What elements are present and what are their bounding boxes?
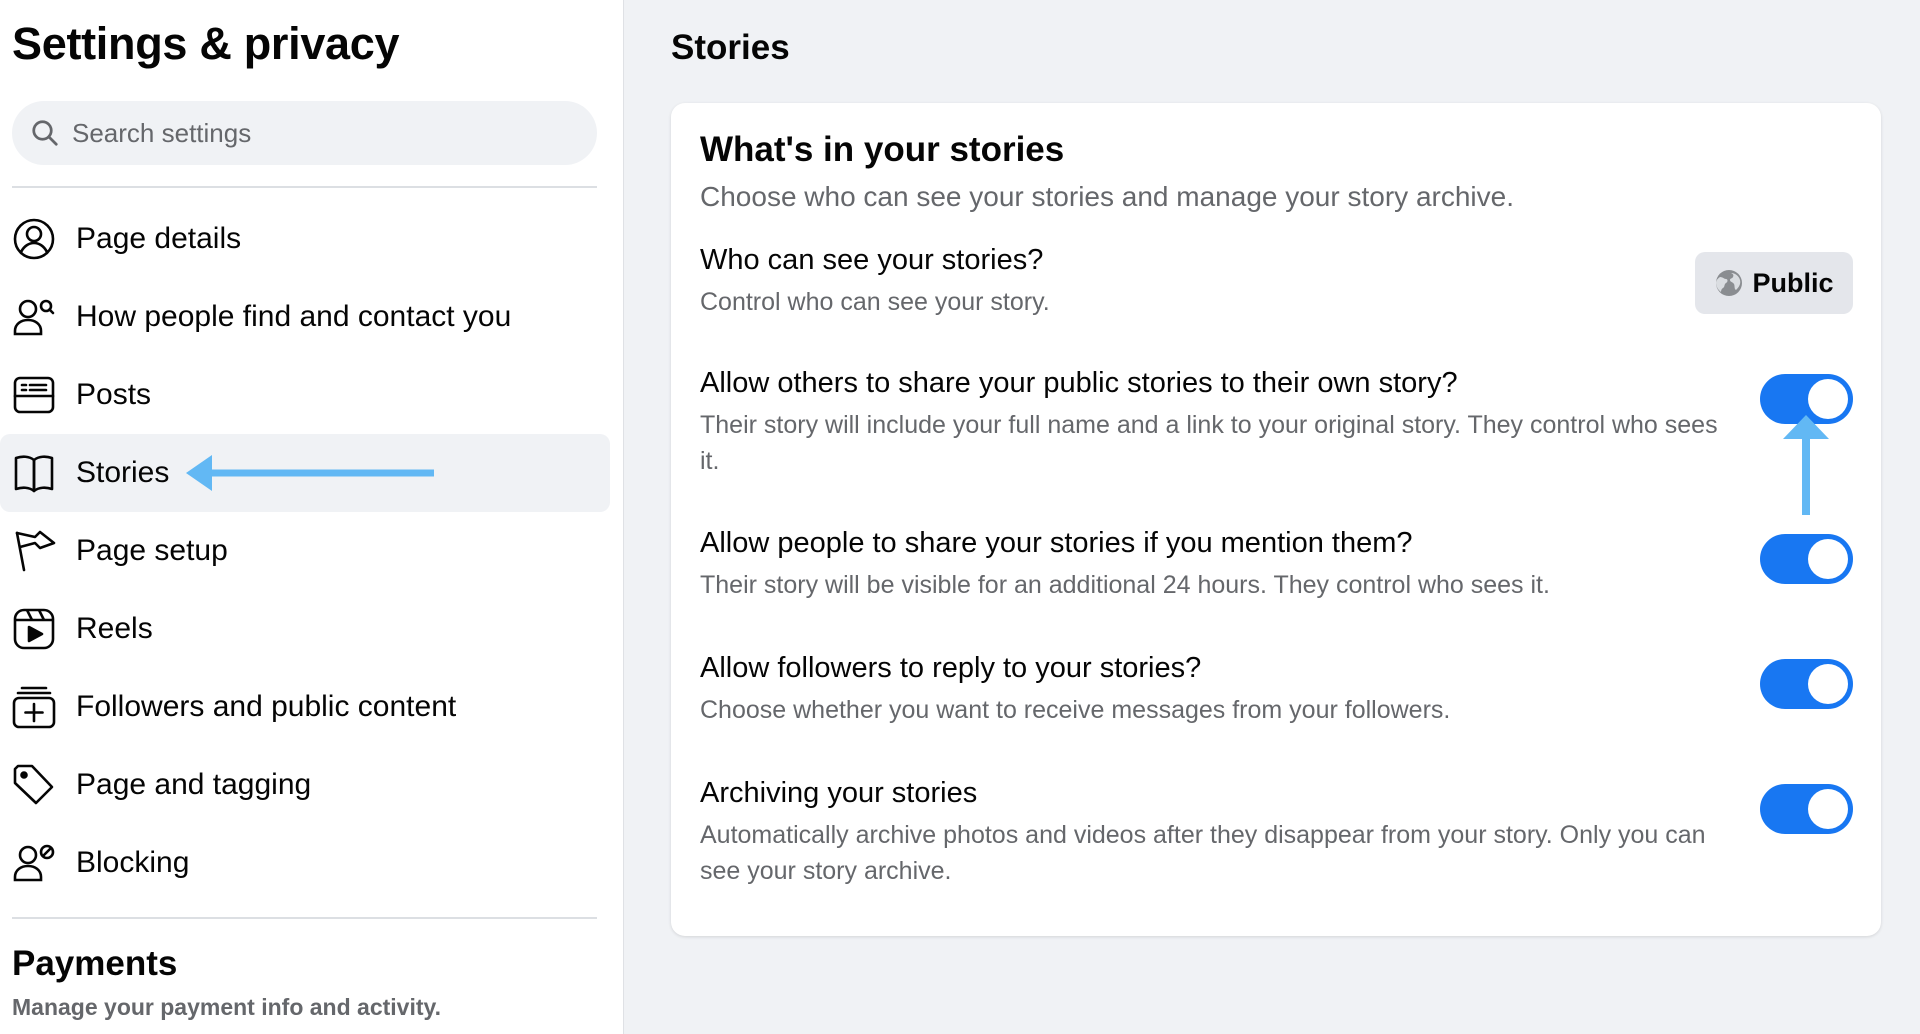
flag-icon xyxy=(11,528,57,574)
search-placeholder: Search settings xyxy=(72,117,252,148)
sidebar-item-posts[interactable]: Posts xyxy=(0,356,610,434)
payments-subtitle: Manage your payment info and activity. xyxy=(12,994,441,1020)
sidebar-item-label: Followers and public content xyxy=(76,690,457,723)
toggle-archiving[interactable] xyxy=(1760,784,1853,834)
sidebar-item-find-contact[interactable]: How people find and contact you xyxy=(0,278,610,356)
toggle-knob xyxy=(1808,789,1848,829)
annotation-arrow-up xyxy=(1783,415,1829,515)
search-icon xyxy=(32,120,58,146)
audience-button-label: Public xyxy=(1752,267,1834,298)
sidebar-item-label: Stories xyxy=(76,456,170,489)
sidebar-item-stories[interactable]: Stories xyxy=(0,434,610,512)
setting-description: Control who can see your story. xyxy=(700,288,1050,316)
sidebar-item-label: Page setup xyxy=(76,534,228,567)
book-icon xyxy=(11,450,57,496)
posts-icon xyxy=(11,372,57,418)
audience-public-button[interactable]: Public xyxy=(1695,252,1853,314)
sidebar-divider xyxy=(12,917,597,919)
setting-description: Automatically archive photos and videos … xyxy=(700,821,1706,885)
setting-title: Allow people to share your stories if yo… xyxy=(700,527,1413,559)
setting-share-public-stories: Allow others to share your public storie… xyxy=(700,364,1730,479)
sidebar-divider xyxy=(12,186,597,188)
sidebar-item-page-setup[interactable]: Page setup xyxy=(0,512,610,590)
reels-icon xyxy=(11,606,57,652)
search-input[interactable]: Search settings xyxy=(12,101,597,165)
annotation-arrow-left xyxy=(186,455,434,491)
user-search-icon xyxy=(11,294,57,340)
setting-description: Their story will be visible for an addit… xyxy=(700,571,1550,599)
payments-title[interactable]: Payments xyxy=(12,944,177,984)
sidebar-item-tagging[interactable]: Page and tagging xyxy=(0,746,610,824)
setting-followers-reply: Allow followers to reply to your stories… xyxy=(700,649,1730,728)
sidebar-item-followers[interactable]: Followers and public content xyxy=(0,668,610,746)
sidebar-item-label: Blocking xyxy=(76,846,190,879)
setting-title: Allow others to share your public storie… xyxy=(700,367,1458,399)
setting-description: Choose whether you want to receive messa… xyxy=(700,696,1451,724)
setting-title: Who can see your stories? xyxy=(700,244,1044,276)
settings-sidebar: Settings & privacy Search settings Page … xyxy=(0,0,624,1034)
globe-icon xyxy=(1716,270,1743,296)
sidebar-item-label: Posts xyxy=(76,378,152,411)
toggle-knob xyxy=(1808,664,1848,704)
toggle-knob xyxy=(1808,539,1848,579)
toggle-share-if-mentioned[interactable] xyxy=(1760,534,1853,584)
sidebar-item-label: How people find and contact you xyxy=(76,300,512,333)
setting-share-if-mentioned: Allow people to share your stories if yo… xyxy=(700,524,1730,603)
sidebar-title: Settings & privacy xyxy=(12,18,400,69)
sidebar-item-label: Reels xyxy=(76,612,153,645)
add-box-icon xyxy=(11,684,57,730)
setting-title: Archiving your stories xyxy=(700,777,978,809)
setting-archiving: Archiving your stories Automatically arc… xyxy=(700,774,1730,889)
stories-settings-card: What's in your stories Choose who can se… xyxy=(671,103,1881,936)
page-title: Stories xyxy=(671,28,790,67)
tag-icon xyxy=(11,762,57,808)
toggle-followers-reply[interactable] xyxy=(1760,659,1853,709)
sidebar-item-label: Page details xyxy=(76,222,242,255)
setting-audience: Who can see your stories? Control who ca… xyxy=(700,241,1730,320)
sidebar-item-label: Page and tagging xyxy=(76,768,312,801)
sidebar-nav: Page details How people find and contact… xyxy=(0,200,612,902)
card-subheading: Choose who can see your stories and mana… xyxy=(700,181,1514,212)
toggle-knob xyxy=(1808,379,1848,419)
user-block-icon xyxy=(11,840,57,886)
sidebar-item-page-details[interactable]: Page details xyxy=(0,200,610,278)
user-circle-icon xyxy=(11,216,57,262)
card-heading: What's in your stories xyxy=(700,130,1065,169)
sidebar-item-blocking[interactable]: Blocking xyxy=(0,824,610,902)
setting-description: Their story will include your full name … xyxy=(700,411,1718,475)
sidebar-item-reels[interactable]: Reels xyxy=(0,590,610,668)
setting-title: Allow followers to reply to your stories… xyxy=(700,652,1202,684)
